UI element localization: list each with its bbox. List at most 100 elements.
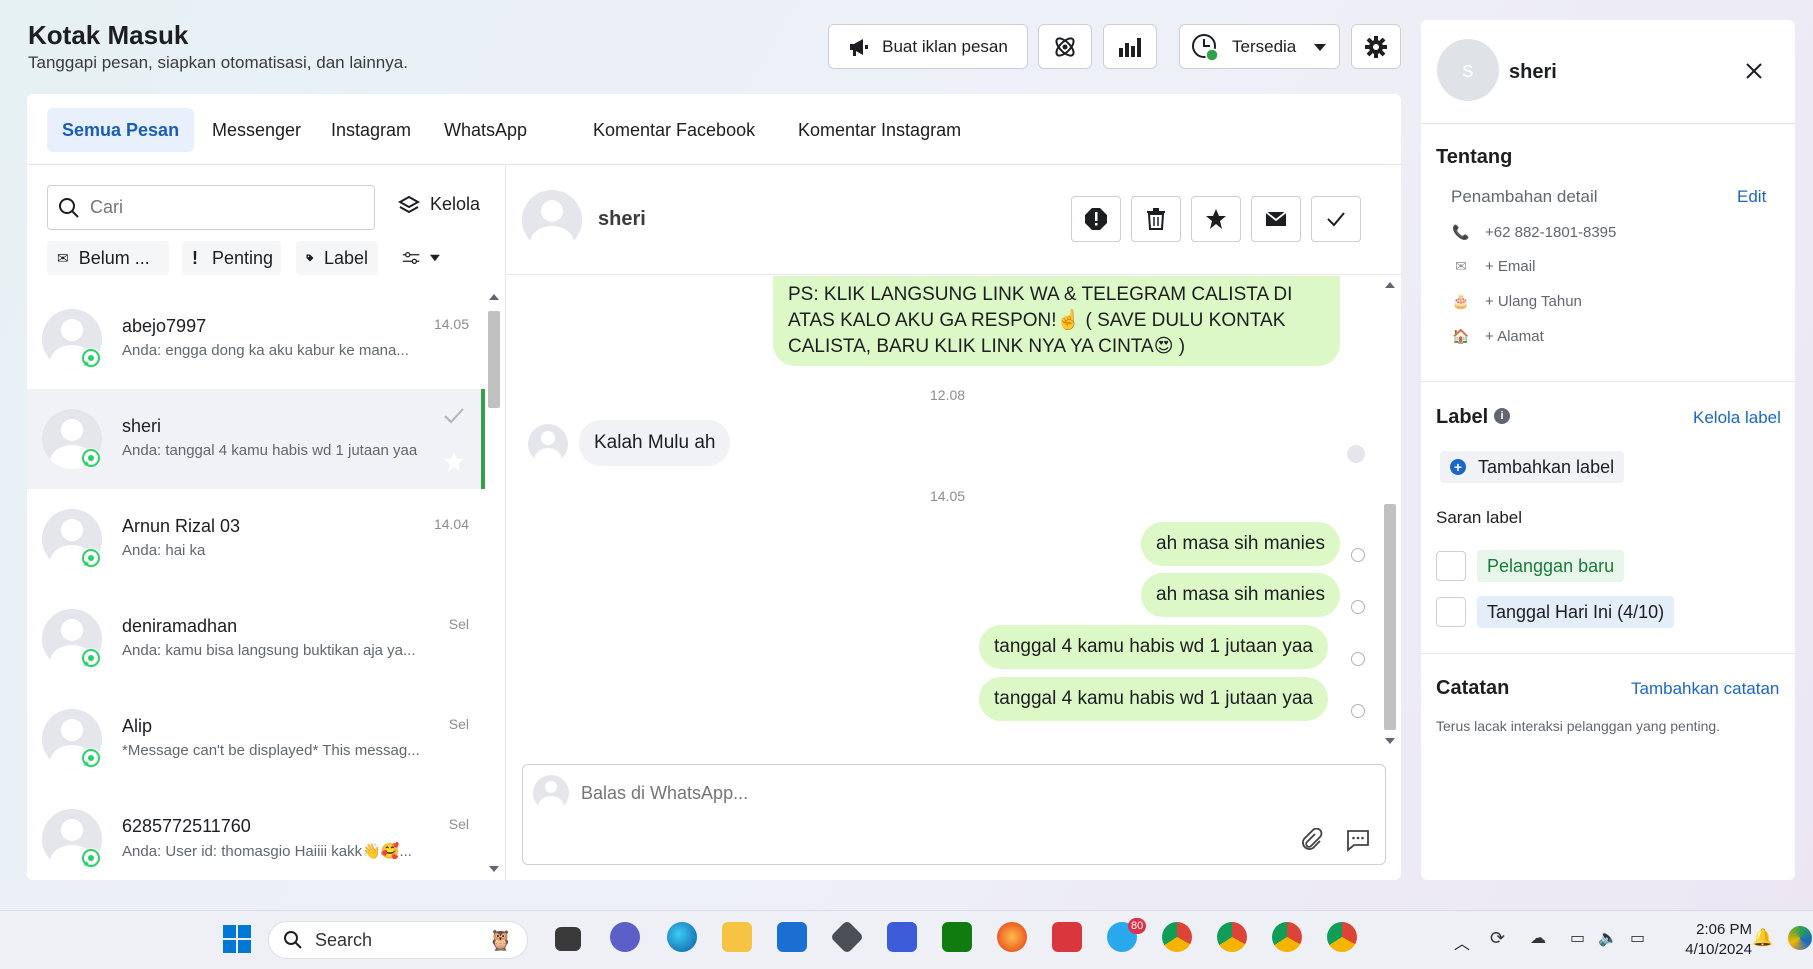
info-icon[interactable]: i (1494, 408, 1510, 424)
paperclip-icon[interactable] (1299, 828, 1323, 852)
create-message-ad-button[interactable]: Buat iklan pesan (828, 24, 1028, 69)
clock-status-icon (1192, 33, 1219, 62)
reply-input[interactable] (581, 783, 1281, 804)
mark-unread-button[interactable] (1251, 196, 1301, 242)
firefox-icon[interactable] (997, 922, 1027, 952)
suggested-label-new-customer[interactable]: Pelanggan baru (1477, 550, 1625, 582)
mark-done-button[interactable] (1311, 196, 1361, 242)
task-view-icon[interactable] (555, 927, 581, 951)
conversation-item[interactable]: Alip *Message can't be displayed* This m… (27, 689, 485, 789)
tab-instagram-comments[interactable]: Komentar Instagram (783, 108, 976, 152)
volume-icon[interactable]: 🔈 (1598, 928, 1618, 948)
outgoing-message[interactable]: tanggal 4 kamu habis wd 1 jutaan yaa (979, 625, 1328, 669)
add-note-link[interactable]: Tambahkan catatan (1631, 679, 1779, 699)
close-icon[interactable] (1745, 62, 1763, 80)
teams-icon[interactable] (610, 922, 640, 952)
search-input[interactable] (90, 197, 350, 218)
conversation-item[interactable]: 6285772511760 Anda: User id: thomasgio H… (27, 789, 485, 880)
manage-button[interactable]: Kelola (398, 194, 480, 215)
filter-options-button[interactable] (392, 241, 450, 275)
add-birthday-link[interactable]: + Ulang Tahun (1485, 293, 1582, 310)
xbox-icon[interactable] (942, 922, 972, 952)
incoming-message[interactable]: Kalah Mulu ah (579, 420, 731, 466)
mark-spam-button[interactable] (1071, 196, 1121, 242)
display-icon[interactable]: ▭ (1570, 928, 1585, 948)
suggested-label-today[interactable]: Tanggal Hari Ini (4/10) (1477, 596, 1675, 628)
windows-start-icon[interactable] (223, 925, 251, 953)
chrome-profile-icon[interactable] (1327, 922, 1357, 952)
address-row[interactable]: 🏠 + Alamat (1451, 328, 1544, 345)
filter-unread[interactable]: ✉ Belum ... (47, 241, 169, 275)
conversation-time: Sel (448, 616, 469, 632)
tab-messenger[interactable]: Messenger (197, 108, 316, 152)
app-icon[interactable] (887, 922, 917, 952)
chat-scrollbar[interactable] (1382, 278, 1398, 748)
outgoing-message[interactable]: tanggal 4 kamu habis wd 1 jutaan yaa (979, 677, 1328, 721)
conversation-item[interactable]: abejo7997 Anda: engga dong ka aku kabur … (27, 289, 485, 389)
delete-button[interactable] (1131, 196, 1181, 242)
taskbar-search-label: Search (315, 929, 373, 950)
add-address-link[interactable]: + Alamat (1485, 328, 1544, 345)
chrome-profile-icon[interactable] (1272, 922, 1302, 952)
chevron-down-icon (1314, 43, 1327, 51)
email-row[interactable]: ✉ + Email (1451, 258, 1535, 275)
suggest-new-customer-checkbox[interactable] (1436, 551, 1466, 581)
conversation-item[interactable]: Arnun Rizal 03 Anda: hai ka 14.04 (27, 489, 485, 589)
taskbar-search[interactable]: Search 🦉 (268, 921, 528, 959)
star-icon[interactable] (443, 451, 465, 473)
conversation-preview: Anda: hai ka (122, 542, 206, 559)
search-icon (284, 931, 302, 949)
star-button[interactable] (1191, 196, 1241, 242)
tab-whatsapp[interactable]: WhatsApp (429, 108, 542, 152)
chrome-profile-icon[interactable] (1217, 922, 1247, 952)
my-avatar (533, 775, 569, 811)
clock-time[interactable]: 2:06 PM (1672, 921, 1752, 938)
chat-scroll-thumb[interactable] (1384, 504, 1396, 730)
settings-button[interactable] (1351, 24, 1401, 69)
add-label-button[interactable]: + Tambahkan label (1440, 451, 1625, 483)
edit-details-link[interactable]: Edit (1737, 187, 1766, 207)
conversation-item-selected[interactable]: sheri Anda: tanggal 4 kamu habis wd 1 ju… (27, 389, 485, 489)
manage-labels-link[interactable]: Kelola label (1693, 408, 1781, 428)
microsoft-store-icon[interactable] (777, 922, 807, 952)
outgoing-message[interactable]: PS: KLIK LANGSUNG LINK WA & TELEGRAM CAL… (773, 276, 1340, 366)
suggest-today-checkbox[interactable] (1436, 597, 1466, 627)
sync-icon[interactable]: ⟳ (1490, 928, 1505, 949)
whatsapp-icon (81, 348, 101, 368)
seen-avatar (1347, 445, 1365, 463)
automation-button[interactable] (1038, 24, 1092, 69)
mark-done-icon[interactable] (443, 407, 465, 425)
filter-label[interactable]: Label (296, 241, 378, 275)
outgoing-message[interactable]: ah masa sih manies (1141, 573, 1340, 617)
birthday-row[interactable]: 🎂 + Ulang Tahun (1451, 293, 1582, 310)
reply-composer[interactable] (522, 764, 1386, 865)
add-email-link[interactable]: + Email (1485, 258, 1535, 275)
network-icon[interactable]: ☁ (1530, 928, 1546, 948)
divider (1421, 123, 1795, 124)
edge-icon[interactable] (667, 922, 697, 952)
anydesk-icon[interactable] (1052, 922, 1082, 952)
phone-row: 📞 +62 882-1801-8395 (1451, 224, 1616, 241)
chrome-icon[interactable] (1162, 922, 1192, 952)
filter-important[interactable]: ! Penting (182, 241, 281, 275)
search-box[interactable] (47, 185, 375, 230)
availability-dropdown[interactable]: Tersedia (1179, 24, 1340, 69)
envelope-icon (1265, 211, 1287, 226)
tab-facebook-comments[interactable]: Komentar Facebook (578, 108, 770, 152)
insights-button[interactable] (1103, 24, 1157, 69)
copilot-icon[interactable] (1788, 926, 1812, 950)
conversation-list-scroll-thumb[interactable] (488, 311, 500, 408)
outgoing-message[interactable]: ah masa sih manies (1141, 522, 1340, 566)
battery-icon[interactable]: ▭ (1630, 928, 1645, 948)
tab-all-messages[interactable]: Semua Pesan (47, 108, 195, 152)
tab-instagram[interactable]: Instagram (316, 108, 426, 152)
saved-replies-icon[interactable] (1345, 827, 1371, 853)
delivered-status-icon (1351, 600, 1365, 614)
bar-chart-icon (1119, 37, 1141, 57)
notification-bell-icon[interactable]: 🔔 (1752, 928, 1773, 948)
conversation-item[interactable]: deniramadhan Anda: kamu bisa langsung bu… (27, 589, 485, 689)
message-text-line: PS: KLIK LANGSUNG LINK WA & TELEGRAM CAL… (788, 284, 1293, 305)
file-explorer-icon[interactable] (722, 922, 752, 952)
chevron-up-icon[interactable]: ︿ (1454, 930, 1470, 954)
clock-date[interactable]: 4/10/2024 (1672, 941, 1752, 958)
